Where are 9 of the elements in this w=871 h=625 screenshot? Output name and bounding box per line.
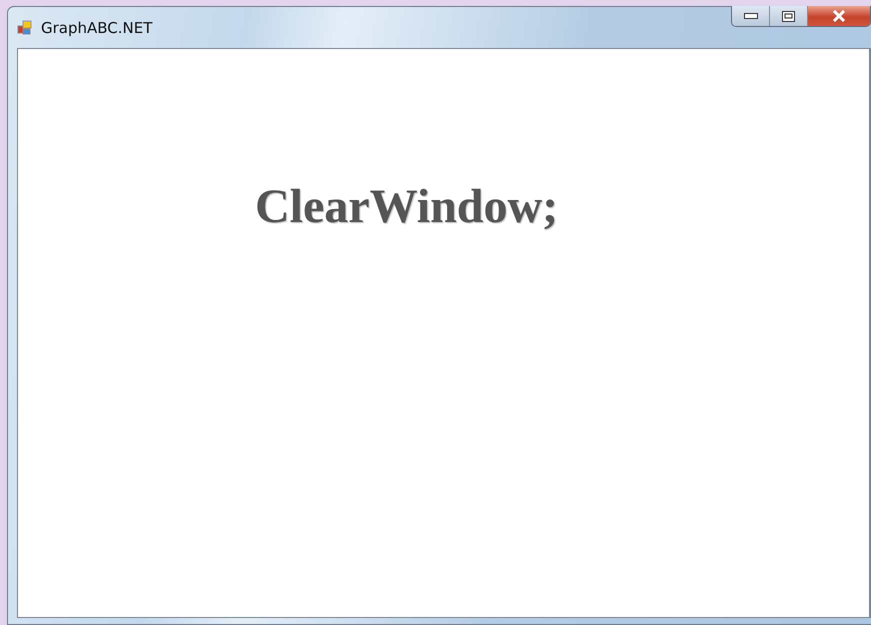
window-title: GraphABC.NET <box>41 18 152 36</box>
minimize-icon <box>744 13 758 19</box>
canvas-text: ClearWindow; <box>255 179 558 234</box>
minimize-button[interactable] <box>732 6 770 26</box>
close-button[interactable] <box>808 6 870 26</box>
maximize-icon <box>782 10 795 22</box>
maximize-button[interactable] <box>770 6 808 26</box>
app-icon <box>17 20 33 36</box>
close-icon <box>832 10 846 22</box>
